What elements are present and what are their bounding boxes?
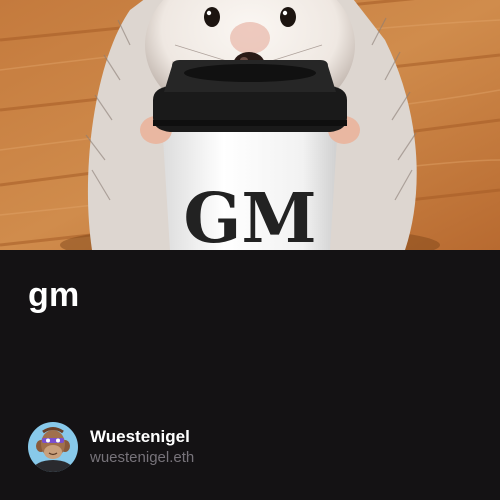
ape-avatar-icon [28, 422, 78, 472]
cup-text: GM [183, 179, 316, 250]
post-cover-image[interactable]: GM [0, 0, 500, 250]
hedgehog-coffee-illustration: GM [0, 0, 500, 250]
author-name[interactable]: Wuestenigel [90, 427, 194, 447]
author-profile[interactable]: Wuestenigel wuestenigel.eth [28, 422, 194, 472]
author-handle: wuestenigel.eth [90, 448, 195, 466]
author-info: Wuestenigel wuestenigel.eth [90, 427, 194, 468]
post-card[interactable]: GM gm Wuestenigel wuestenigel.eth [0, 0, 500, 500]
post-title: gm [28, 276, 80, 314]
author-avatar[interactable] [28, 422, 78, 472]
